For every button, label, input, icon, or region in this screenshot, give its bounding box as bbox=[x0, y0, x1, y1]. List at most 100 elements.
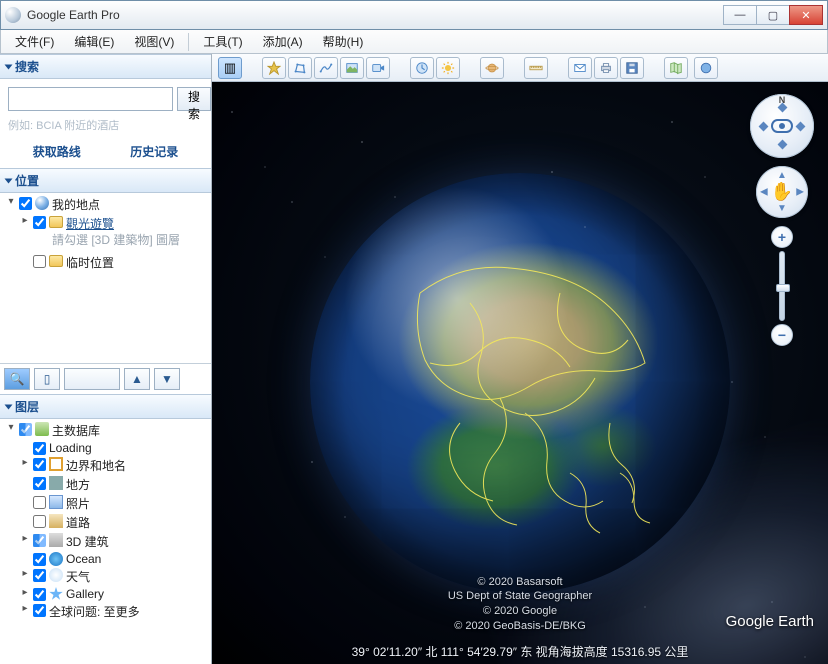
layer-label[interactable]: 主数据库 bbox=[52, 422, 100, 439]
milkyway-decoration bbox=[458, 405, 828, 664]
layer-checkbox-borders[interactable] bbox=[33, 458, 46, 471]
maximize-button[interactable]: ▢ bbox=[756, 5, 790, 25]
layer-label[interactable]: Gallery bbox=[66, 587, 104, 601]
my-places-checkbox[interactable] bbox=[19, 197, 32, 210]
layer-checkbox-global[interactable] bbox=[33, 604, 46, 617]
layers-body: ▾ 主数据库 Loading ▸ 边界和地名地方照片道路 ▸ 3D 建筑 Ocean ▸ 天气 ▸ G… bbox=[0, 419, 211, 664]
tree-expand-icon[interactable]: ▸ bbox=[20, 568, 30, 579]
layers-panel-header[interactable]: 图层 bbox=[0, 394, 211, 419]
ocean-icon bbox=[49, 552, 63, 566]
places-slider[interactable] bbox=[64, 368, 120, 390]
zoom-out-button[interactable]: − bbox=[771, 324, 793, 346]
tree-expand-icon[interactable]: ▸ bbox=[20, 587, 30, 598]
layer-row-borders: ▸ 边界和地名 bbox=[4, 456, 207, 475]
layer-checkbox-photos[interactable] bbox=[33, 496, 46, 509]
layer-label[interactable]: 道路 bbox=[66, 514, 90, 531]
record-tour-button[interactable] bbox=[366, 57, 390, 79]
menu-tools[interactable]: 工具(T) bbox=[193, 31, 252, 52]
menu-add[interactable]: 添加(A) bbox=[253, 31, 313, 52]
view-in-maps-button[interactable] bbox=[664, 57, 688, 79]
places-up-button[interactable]: ▲ bbox=[124, 368, 150, 390]
add-placemark-button[interactable] bbox=[262, 57, 286, 79]
sightseeing-checkbox[interactable] bbox=[33, 216, 46, 229]
look-right-icon[interactable] bbox=[796, 121, 806, 131]
print-button[interactable] bbox=[594, 57, 618, 79]
tree-expand-icon[interactable]: ▸ bbox=[20, 457, 30, 468]
pan-left-icon[interactable]: ◀ bbox=[760, 187, 768, 198]
layer-label[interactable]: 全球问题: 至更多 bbox=[49, 603, 140, 620]
ruler-button[interactable] bbox=[524, 57, 548, 79]
my-places-label[interactable]: 我的地点 bbox=[52, 196, 100, 213]
tree-expand-icon[interactable]: ▾ bbox=[6, 422, 16, 433]
history-imagery-button[interactable] bbox=[410, 57, 434, 79]
places-down-button[interactable]: ▼ bbox=[154, 368, 180, 390]
close-button[interactable]: ✕ bbox=[789, 5, 823, 25]
layer-checkbox-places[interactable] bbox=[33, 477, 46, 490]
add-path-button[interactable] bbox=[314, 57, 338, 79]
earth-icon bbox=[35, 196, 49, 210]
look-down-icon[interactable] bbox=[777, 140, 787, 150]
add-image-overlay-button[interactable] bbox=[340, 57, 364, 79]
layer-label[interactable]: 天气 bbox=[66, 568, 90, 585]
layer-checkbox-ocean[interactable] bbox=[33, 553, 46, 566]
simulator-button[interactable] bbox=[694, 57, 718, 79]
places-toolbar: 🔍 ▯ ▲ ▼ bbox=[0, 363, 211, 394]
earth-globe[interactable] bbox=[310, 173, 730, 593]
layer-checkbox-db[interactable] bbox=[19, 423, 32, 436]
history-link[interactable]: 历史记录 bbox=[130, 143, 178, 160]
layer-checkbox-weather[interactable] bbox=[33, 569, 46, 582]
pan-down-icon[interactable]: ▼ bbox=[777, 203, 787, 214]
layer-checkbox-roads[interactable] bbox=[33, 515, 46, 528]
layer-label[interactable]: 边界和地名 bbox=[66, 457, 126, 474]
places-panel-title: 位置 bbox=[15, 172, 39, 189]
tree-expand-icon[interactable]: ▸ bbox=[20, 603, 30, 614]
temp-places-checkbox[interactable] bbox=[33, 255, 46, 268]
app-icon bbox=[5, 7, 21, 23]
get-directions-link[interactable]: 获取路线 bbox=[33, 143, 81, 160]
folder-icon bbox=[49, 216, 63, 228]
search-button[interactable]: 搜索 bbox=[177, 87, 211, 111]
collapse-icon bbox=[5, 404, 13, 409]
look-compass[interactable]: N bbox=[750, 94, 814, 158]
places-search-button[interactable]: 🔍 bbox=[4, 368, 30, 390]
zoom-in-button[interactable]: + bbox=[771, 226, 793, 248]
map-viewport[interactable]: ▥ bbox=[212, 54, 828, 664]
layer-label[interactable]: 3D 建筑 bbox=[66, 533, 109, 550]
search-panel-header[interactable]: 搜索 bbox=[0, 54, 211, 79]
tree-expand-icon[interactable]: ▸ bbox=[20, 533, 30, 544]
search-input[interactable] bbox=[8, 87, 173, 111]
layer-checkbox-gallery[interactable] bbox=[33, 588, 46, 601]
menu-help[interactable]: 帮助(H) bbox=[313, 31, 374, 52]
menu-file[interactable]: 文件(F) bbox=[5, 31, 64, 52]
layer-label[interactable]: 照片 bbox=[66, 495, 90, 512]
sightseeing-link[interactable]: 觀光遊覽 bbox=[66, 215, 114, 232]
look-left-icon[interactable] bbox=[759, 121, 769, 131]
minimize-button[interactable]: — bbox=[723, 5, 757, 25]
tree-expand-icon[interactable]: ▸ bbox=[20, 215, 30, 226]
layer-label[interactable]: 地方 bbox=[66, 476, 90, 493]
folder-icon bbox=[49, 255, 63, 267]
temp-places-label[interactable]: 临时位置 bbox=[66, 254, 114, 271]
planet-button[interactable] bbox=[480, 57, 504, 79]
places-view-button[interactable]: ▯ bbox=[34, 368, 60, 390]
layer-label[interactable]: Loading bbox=[49, 441, 92, 455]
save-image-button[interactable] bbox=[620, 57, 644, 79]
pan-up-icon[interactable]: ▲ bbox=[777, 170, 787, 181]
layer-row-db: ▾ 主数据库 bbox=[4, 421, 207, 440]
sidebar-toggle-button[interactable]: ▥ bbox=[218, 57, 242, 79]
zoom-slider-thumb[interactable] bbox=[776, 284, 790, 292]
pan-control[interactable]: ▲ ▼ ◀ ▶ ✋ bbox=[756, 166, 808, 218]
add-polygon-button[interactable] bbox=[288, 57, 312, 79]
tree-expand-icon[interactable]: ▾ bbox=[6, 196, 16, 207]
menu-edit[interactable]: 编辑(E) bbox=[64, 31, 124, 52]
sunlight-button[interactable] bbox=[436, 57, 460, 79]
pan-right-icon[interactable]: ▶ bbox=[796, 187, 804, 198]
layer-checkbox-3d[interactable] bbox=[33, 534, 46, 547]
layer-label[interactable]: Ocean bbox=[66, 552, 101, 566]
zoom-slider-track[interactable] bbox=[779, 251, 785, 321]
places-panel-header[interactable]: 位置 bbox=[0, 168, 211, 193]
menu-view[interactable]: 视图(V) bbox=[124, 31, 184, 52]
email-button[interactable] bbox=[568, 57, 592, 79]
db-icon bbox=[35, 422, 49, 436]
layer-checkbox-loading[interactable] bbox=[33, 442, 46, 455]
